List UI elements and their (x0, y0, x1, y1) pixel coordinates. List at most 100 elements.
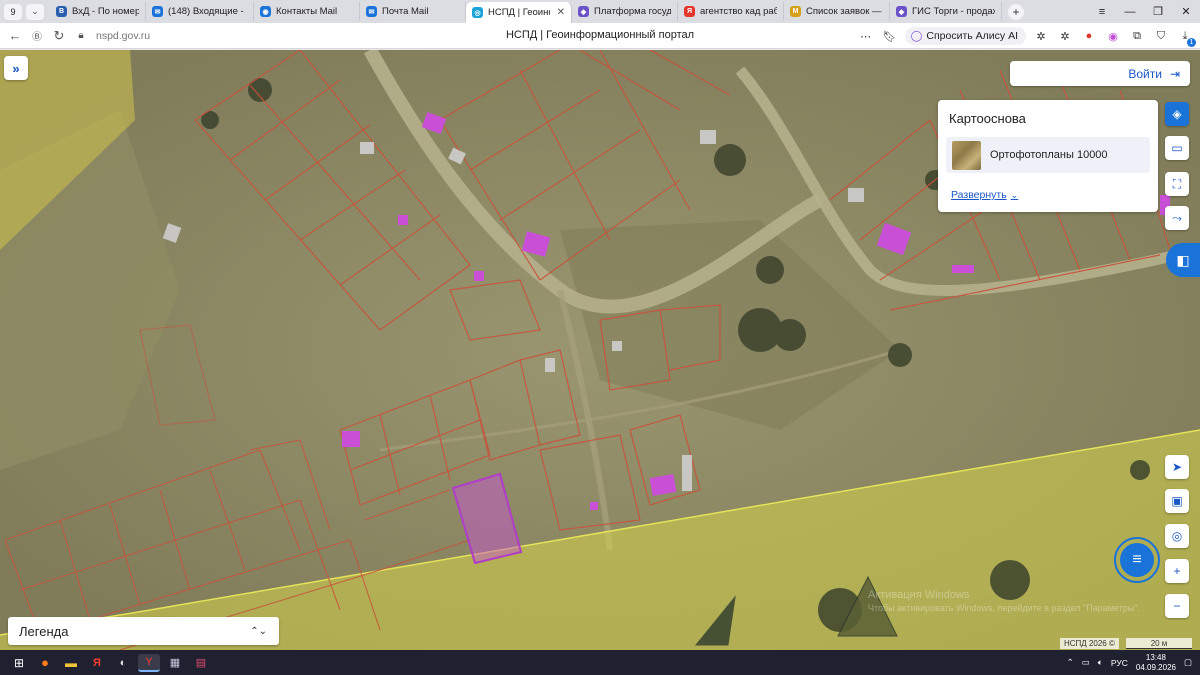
browser-tab-label: Почта Mail (382, 6, 429, 17)
app-photo-icon[interactable]: ▦ (164, 652, 186, 674)
bookmark-icon[interactable]: 🔖︎ (881, 27, 899, 45)
notification-count: 1 (1187, 38, 1196, 47)
app-calendar-icon[interactable]: ▤ (190, 652, 212, 674)
extensions-puzzle-icon[interactable]: ⧉ (1128, 27, 1146, 45)
download-icon[interactable]: ⤓ 1 (1176, 27, 1196, 47)
yandex-icon: Я (684, 6, 695, 17)
select-area-icon[interactable]: ⛶ (1165, 172, 1189, 196)
share-icon[interactable]: ⤳ (1165, 206, 1189, 230)
basemap-expand-label: Развернуть (951, 189, 1007, 201)
browser-tab[interactable]: ◆ ГИС Торги - продаж (890, 2, 1002, 21)
legend-dropdown[interactable]: Легенда ⌃⌄ (8, 617, 279, 645)
assistant-tab-icon[interactable]: ◧ (1166, 243, 1200, 277)
browser-tab[interactable]: M Список заявок — Тел (784, 2, 890, 21)
legend-label: Легенда (19, 623, 69, 639)
zoom-in-icon[interactable]: + (1165, 559, 1189, 583)
browser-tab[interactable]: Яагентство кад работ (678, 2, 784, 21)
browser-tab[interactable]: ✉ Почта Mail (360, 2, 466, 21)
navigate-arrow-icon[interactable]: ➤ (1165, 455, 1189, 479)
yandex-b-icon[interactable]: Ⓑ (26, 25, 48, 47)
extension-target-icon[interactable]: ◉ (1104, 27, 1122, 45)
chromium-icon[interactable]: ◐ (112, 652, 134, 674)
browser-menu-icon[interactable]: ≡ (1088, 0, 1116, 23)
expand-panel-chevrons-icon[interactable]: » (4, 56, 28, 80)
browser-tab-label: Список заявок — Тел (806, 6, 883, 17)
browser-tab[interactable]: ✉ (148) Входящие - По (146, 2, 254, 21)
chat-button[interactable]: ≡ (1114, 537, 1160, 583)
mail-icon: ✉ (152, 6, 163, 17)
firefox-icon[interactable]: ● (34, 652, 56, 674)
vk-icon: В (56, 6, 67, 17)
login-label: Войти (1128, 66, 1162, 81)
clock-time: 13:48 (1145, 652, 1166, 662)
browser-tab-label: ГИС Торги - продаж (912, 6, 995, 17)
volume-icon[interactable]: 🔈︎ (1098, 657, 1103, 668)
alice-icon: ◯ (910, 30, 923, 42)
language-indicator[interactable]: РУС (1111, 658, 1128, 668)
network-icon[interactable]: ▭ (1082, 657, 1090, 668)
browser-tab-label: агентство кад работ (700, 6, 777, 17)
gmail-icon: M (790, 6, 801, 17)
extension-shield-icon[interactable]: ⛉ (1152, 27, 1170, 45)
windows-taskbar: ⊞ ● ▬ Я ◐ Y ▦ ▤ ⌃ ▭ 🔈︎ РУС 13:48 04.09.2… (0, 650, 1200, 675)
yandex-icon[interactable]: Я (86, 652, 108, 674)
basemap-expand-link[interactable]: Развернуть ⌄ (951, 189, 1018, 201)
extension-tool-icon[interactable]: ✲ (1032, 27, 1050, 45)
tray-chevron-up-icon[interactable]: ⌃ (1067, 657, 1074, 668)
browser-tab[interactable]: ◎ НСПД | Геоинфор ✕ (466, 2, 572, 23)
clock-date: 04.09.2026 (1135, 662, 1176, 672)
close-tab-icon[interactable]: ✕ (557, 7, 565, 18)
file-explorer-icon[interactable]: ▬ (60, 652, 82, 674)
watermark-subtitle: Чтобы активировать Windows, перейдите в … (868, 603, 1140, 613)
login-button[interactable]: Войти ⇥ (1010, 61, 1190, 86)
up-down-chevron-icon: ⌃⌄ (250, 625, 267, 637)
ruler-icon[interactable]: ▭ (1165, 136, 1189, 160)
ask-alice-label: Спросить Алису AI (926, 30, 1018, 42)
restore-icon[interactable]: ❐ (1144, 0, 1172, 23)
map-scale-bar: 20 м (1126, 638, 1192, 649)
extension-red-icon[interactable]: ● (1080, 27, 1098, 45)
extension-tool2-icon[interactable]: ✲ (1056, 27, 1074, 45)
more-dots-icon[interactable]: ⋯ (857, 27, 875, 45)
yandex-browser-icon[interactable]: Y (138, 652, 160, 674)
gov-icon: ◆ (896, 6, 907, 17)
basemap-title: Картооснова (949, 111, 1026, 126)
ask-alice-button[interactable]: ◯ Спросить Алису AI (904, 27, 1026, 45)
windows-activation-watermark: Активация Windows Чтобы активировать Win… (868, 589, 1148, 615)
browser-tab-label: НСПД | Геоинфор (488, 7, 550, 18)
browser-tab[interactable]: ◉ Контакты Mail (254, 2, 360, 21)
address-bar: ← Ⓑ ↻ 🔒︎ nspd.gov.ru НСПД | Геоинформаци… (0, 23, 1200, 49)
browser-tab[interactable]: В ВхД - По номеру (50, 2, 146, 21)
url-text[interactable]: nspd.gov.ru (96, 30, 150, 42)
reload-icon[interactable]: ↻ (48, 25, 70, 47)
browser-tab-label: Контакты Mail (276, 6, 338, 17)
gov-icon: ◆ (578, 6, 589, 17)
minimize-icon[interactable]: — (1116, 0, 1144, 23)
tab-list-chevron-icon[interactable]: ⌄ (26, 3, 44, 20)
watermark-title: Активация Windows (868, 589, 970, 601)
new-tab-plus-icon[interactable]: + (1008, 3, 1024, 20)
mail-icon: ✉ (366, 6, 377, 17)
layers-tool-icon[interactable]: ◈ (1165, 102, 1189, 126)
browser-tab-label: (148) Входящие - По (168, 6, 247, 17)
login-arrow-icon: ⇥ (1169, 66, 1180, 81)
basemap-option-label: Ортофотопланы 10000 (990, 149, 1108, 161)
browser-tab-label: Платформа государ (594, 6, 671, 17)
picture-in-picture-icon[interactable]: ▣ (1165, 489, 1189, 513)
contacts-icon: ◉ (260, 6, 271, 17)
map-copyright: НСПД 2026 © (1060, 638, 1119, 649)
notifications-icon[interactable]: ▢ (1184, 657, 1192, 668)
back-arrow-icon[interactable]: ← (4, 25, 26, 47)
tab-count-badge[interactable]: 9 (4, 3, 22, 20)
basemap-option-orthophoto[interactable]: Ортофотопланы 10000 (946, 137, 1150, 173)
nspd-icon: ◎ (472, 7, 483, 18)
system-clock[interactable]: 13:48 04.09.2026 (1136, 653, 1176, 673)
geolocation-icon[interactable]: ◎ (1165, 524, 1189, 548)
windows-start-icon[interactable]: ⊞ (8, 652, 30, 674)
close-window-icon[interactable]: ✕ (1172, 0, 1200, 23)
chevron-down-icon: ⌄ (1010, 189, 1019, 200)
zoom-out-icon[interactable]: − (1165, 594, 1189, 618)
lock-icon: 🔒︎ (78, 30, 84, 41)
browser-tab-label: ВхД - По номеру (72, 6, 139, 17)
browser-tab[interactable]: ◆ Платформа государ (572, 2, 678, 21)
